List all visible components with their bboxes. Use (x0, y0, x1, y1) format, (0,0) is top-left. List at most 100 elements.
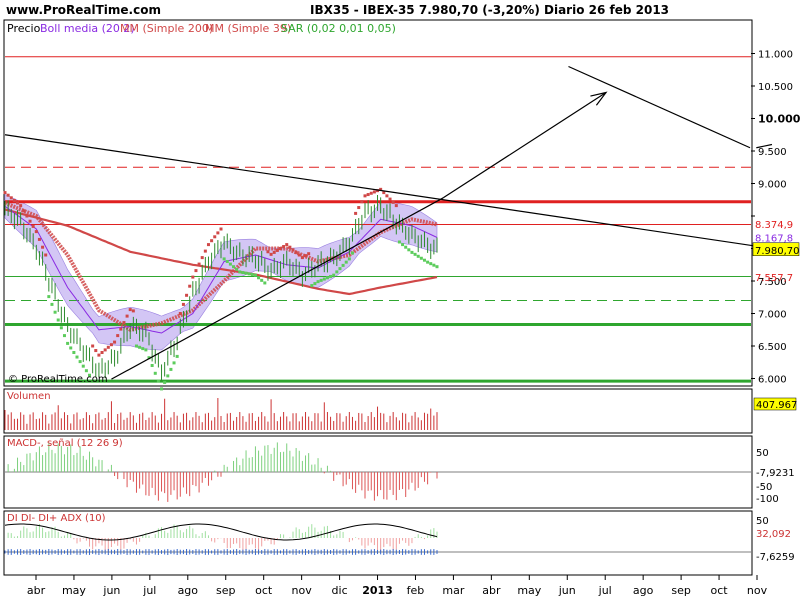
y-tick-label: 10.000 (758, 113, 800, 126)
sar-dot (153, 371, 157, 375)
volume-value: 407.967 (756, 400, 797, 411)
sar-dot (329, 274, 333, 278)
sar-dot (282, 245, 286, 249)
x-tick-label: sep (671, 584, 690, 597)
sar-dot (219, 227, 223, 231)
sar-dot (188, 284, 192, 288)
y-tick-label: 7.000 (758, 310, 787, 321)
sar-dot (3, 191, 7, 195)
di-title: DI DI- DI+ ADX (10) (7, 513, 106, 524)
sar-dot (319, 278, 323, 282)
sar-dot (75, 355, 79, 359)
sar-dot (25, 214, 29, 218)
sar-dot (416, 254, 420, 258)
x-tick-label: ago (178, 584, 199, 597)
sar-dot (344, 260, 348, 264)
y-tick-label: 9.000 (758, 180, 787, 191)
sar-dot (357, 206, 361, 210)
sar-dot (210, 239, 214, 243)
sar-dot (175, 354, 179, 358)
sar-dot (316, 280, 320, 284)
sar-dot (250, 273, 254, 276)
sar-dot (172, 361, 176, 365)
value-label: 7.557,7 (755, 273, 793, 284)
sar-dot (81, 364, 85, 368)
sar-dot (394, 204, 398, 208)
sar-dot (285, 243, 289, 247)
legend-mm200: MM (Simple 200) (120, 22, 213, 35)
x-tick-label: abr (27, 584, 46, 597)
x-tick-label: 2013 (362, 584, 393, 597)
sar-dot (341, 263, 345, 267)
sar-dot (194, 269, 198, 273)
sar-dot (347, 257, 351, 261)
sar-dot (66, 341, 70, 345)
x-tick-label: dic (332, 584, 348, 597)
sar-dot (100, 351, 104, 354)
sar-dot (200, 256, 204, 260)
sar-dot (144, 348, 148, 352)
sar-dot (232, 265, 236, 269)
sar-dot (288, 245, 292, 249)
sar-dot (50, 302, 54, 306)
di-value-di: -7,6259 (756, 552, 795, 563)
sar-dot (338, 267, 342, 271)
x-tick-label: oct (255, 584, 273, 597)
sar-dot (185, 293, 189, 297)
sar-dot (391, 200, 395, 204)
sar-dot (34, 230, 38, 234)
sar-dot (22, 209, 26, 213)
sar-dot (116, 334, 120, 338)
sar-dot (228, 262, 232, 266)
sar-dot (119, 327, 123, 331)
sar-dot (385, 194, 389, 198)
sar-dot (350, 251, 354, 255)
x-tick-label: may (62, 584, 86, 597)
sar-dot (304, 254, 308, 258)
sar-dot (360, 200, 364, 204)
sar-dot (297, 253, 301, 257)
sar-dot (28, 219, 32, 223)
legend-precio: Precio (7, 22, 41, 35)
sar-dot (354, 211, 358, 215)
sar-dot (84, 369, 88, 373)
sar-dot (216, 231, 220, 235)
chart-window: www.ProRealTime.com IBX35 - IBEX-35 7.98… (0, 0, 800, 600)
sar-dot (213, 235, 217, 239)
y-tick-label: 10.500 (758, 82, 793, 93)
x-tick-label: jun (102, 584, 120, 597)
sar-dot (91, 344, 95, 348)
sar-dot (97, 353, 101, 357)
sar-dot (131, 309, 135, 313)
x-tick-label: oct (711, 584, 729, 597)
sar-dot (429, 262, 433, 266)
sar-dot (291, 248, 295, 252)
sar-dot (366, 193, 370, 197)
sar-dot (272, 250, 276, 254)
sar-dot (269, 252, 273, 256)
sar-dot (62, 334, 66, 338)
sar-dot (332, 273, 336, 277)
x-tick-label: jun (558, 584, 576, 597)
di-value-adx: 32,092 (756, 529, 791, 540)
sar-dot (103, 348, 107, 352)
sar-dot (401, 243, 405, 247)
sar-dot (12, 198, 16, 202)
sar-dot (9, 196, 13, 200)
sar-dot (410, 250, 414, 254)
sar-dot (247, 272, 251, 276)
sar-dot (197, 262, 201, 266)
sar-dot (44, 253, 48, 257)
x-tick-label: mar (442, 584, 464, 597)
sar-dot (404, 245, 408, 249)
sar-dot (191, 275, 195, 279)
sar-dot (313, 282, 317, 286)
sar-dot (263, 281, 267, 285)
sar-dot (166, 374, 170, 378)
chart-canvas: www.ProRealTime.com IBX35 - IBEX-35 7.98… (0, 0, 800, 600)
x-tick-label: nov (747, 584, 768, 597)
sar-dot (435, 265, 439, 269)
sar-dot (150, 364, 154, 367)
sar-dot (178, 312, 182, 315)
legend-sar: SAR (0,02 0,01 0,05) (281, 22, 396, 35)
